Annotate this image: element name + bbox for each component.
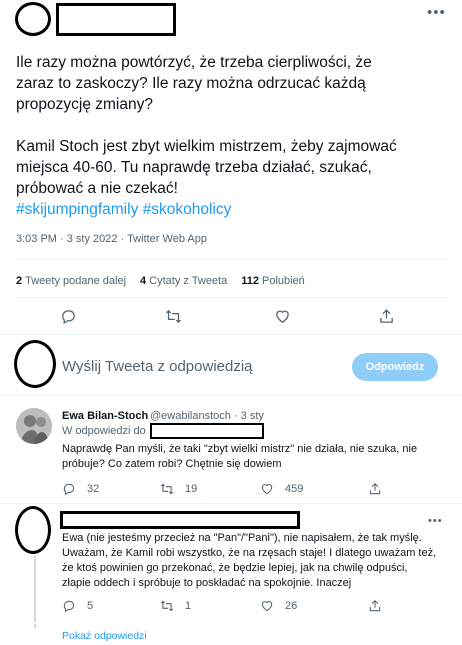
retweet-count: 19 bbox=[185, 483, 198, 495]
retweet-count: 1 bbox=[185, 600, 192, 612]
retweet-icon bbox=[160, 483, 174, 495]
tweet-stats: 2 Tweety podane dalej 4 Cytaty z Tweeta 11… bbox=[16, 275, 319, 287]
retweet-action[interactable]: 1 bbox=[160, 599, 191, 613]
tweet-line: zaraz to zaskoczy? Ile razy można odrzuc… bbox=[16, 75, 366, 92]
retweet-icon bbox=[160, 600, 174, 612]
more-icon[interactable]: ••• bbox=[428, 516, 443, 527]
tweet-timestamp[interactable]: 3:03 PM · 3 sty 2022 · Twitter Web App bbox=[16, 233, 207, 245]
tweet-line: propozycję zmiany? bbox=[16, 96, 153, 113]
reply-line: Uważam, że Kamil robi wszystko, że na rz… bbox=[62, 547, 437, 559]
reply-author-handle[interactable]: @ewabilanstoch · 3 sty bbox=[150, 410, 264, 422]
reply-line: Ewa (nie jesteśmy przecież na "Pan"/"Pan… bbox=[62, 532, 422, 544]
reply-count: 32 bbox=[87, 483, 100, 495]
like-action[interactable]: 26 bbox=[260, 599, 297, 613]
reply-body: Ewa (nie jesteśmy przecież na "Pan"/"Pan… bbox=[62, 531, 442, 591]
like-count: 26 bbox=[285, 600, 298, 612]
quotes-stat[interactable]: 4 Cytaty z Tweeta bbox=[140, 275, 227, 287]
reply-avatar-redacted[interactable] bbox=[15, 506, 51, 554]
thread-dots bbox=[34, 624, 36, 628]
divider bbox=[16, 259, 448, 260]
like-icon bbox=[261, 601, 273, 612]
share-icon[interactable] bbox=[376, 306, 396, 326]
share-icon bbox=[369, 600, 381, 612]
more-icon[interactable]: ••• bbox=[427, 5, 446, 20]
reply-to-handle-redacted[interactable] bbox=[150, 423, 264, 439]
divider bbox=[0, 334, 462, 335]
reply-count: 5 bbox=[87, 600, 94, 612]
tweet-line bbox=[16, 115, 446, 136]
reply-action[interactable]: 32 bbox=[62, 482, 99, 496]
reply-icon bbox=[63, 600, 75, 613]
user-avatar-redacted bbox=[14, 340, 56, 388]
author-avatar-redacted[interactable] bbox=[15, 2, 51, 36]
share-action[interactable] bbox=[368, 482, 393, 496]
reply-to-label: W odpowiedzi do bbox=[62, 425, 146, 437]
retweet-action[interactable]: 19 bbox=[160, 482, 197, 496]
likes-stat[interactable]: 112 Polubień bbox=[241, 275, 305, 287]
like-icon bbox=[261, 484, 273, 495]
tweet-line: próbować a nie czekać! bbox=[16, 180, 178, 197]
like-icon[interactable] bbox=[272, 306, 292, 326]
reply-line: Naprawdę Pan myśli, że taki "zbyt wielki… bbox=[62, 443, 418, 455]
reply-line: że ktoś powinien go przekonać, że będzie… bbox=[62, 562, 408, 574]
reply-author-name[interactable]: Ewa Bilan-Stoch bbox=[62, 410, 148, 422]
reply-line: złapie oddech i spróbuje to poskładać na… bbox=[62, 577, 352, 589]
tweet-line: miejsca 40-60. Tu naprawdę trzeba działa… bbox=[16, 159, 372, 176]
share-action[interactable] bbox=[368, 599, 393, 613]
retweet-icon[interactable] bbox=[163, 306, 183, 326]
show-replies-link[interactable]: Pokaż odpowiedzi bbox=[62, 630, 147, 642]
thread-line bbox=[34, 556, 36, 622]
tweet-line: Kamil Stoch jest zbyt wielkim mistrzem, … bbox=[16, 138, 397, 155]
divider bbox=[0, 503, 462, 504]
divider bbox=[16, 297, 448, 298]
like-count: 459 bbox=[285, 483, 304, 495]
reply-line: próbuje? Co zatem robi? Chętnie się dowi… bbox=[62, 458, 282, 470]
reply-author-redacted[interactable] bbox=[60, 511, 300, 529]
divider bbox=[0, 395, 462, 396]
author-name-redacted[interactable] bbox=[56, 3, 176, 36]
hashtag-links[interactable]: #skijumpingfamily #skokoholicy bbox=[16, 199, 446, 220]
share-icon bbox=[369, 483, 381, 495]
avatar-photo-icon bbox=[16, 408, 52, 444]
reply-button[interactable]: Odpowiedz bbox=[352, 353, 438, 381]
tweet-body: Ile razy można powtórzyć, że trzeba cier… bbox=[16, 52, 446, 220]
retweets-stat[interactable]: 2 Tweety podane dalej bbox=[16, 275, 126, 287]
reply-action[interactable]: 5 bbox=[62, 599, 93, 613]
reply-icon[interactable] bbox=[58, 306, 78, 326]
tweet-line: Ile razy można powtórzyć, że trzeba cier… bbox=[16, 54, 372, 71]
avatar[interactable] bbox=[16, 408, 52, 444]
reply-input[interactable]: Wyślij Tweeta z odpowiedzią bbox=[62, 358, 253, 375]
reply-icon bbox=[63, 483, 75, 496]
like-action[interactable]: 459 bbox=[260, 482, 303, 496]
reply-body: Naprawdę Pan myśli, że taki "zbyt wielki… bbox=[62, 442, 442, 472]
